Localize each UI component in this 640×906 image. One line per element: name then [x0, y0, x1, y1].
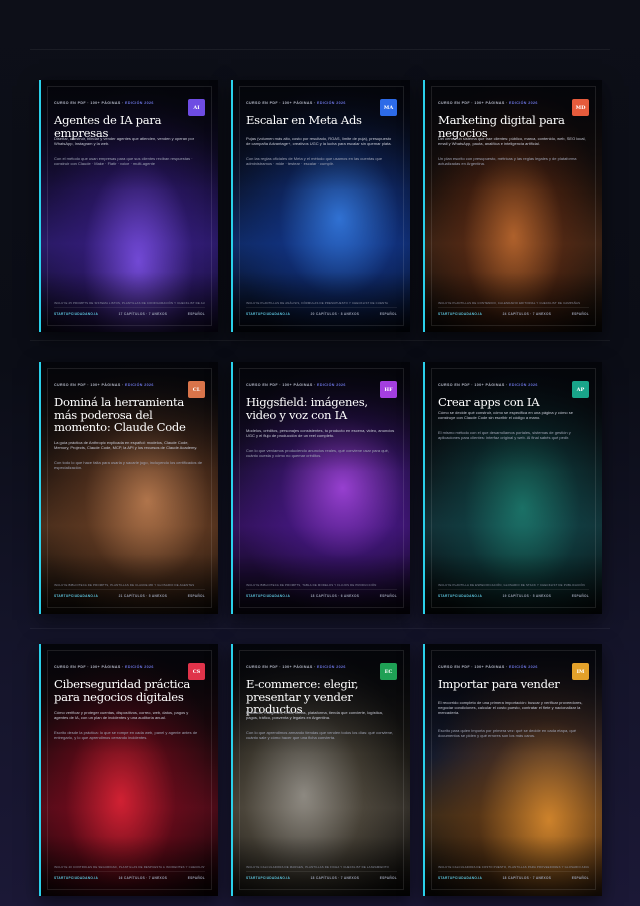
course-card-ma[interactable]: CURSO EN PDF · 100+ PÁGINAS · EDICIÓN 20… [231, 80, 410, 332]
course-chapters: 18 CAPÍTULOS · 6 ANEXOS [310, 594, 360, 598]
cover-eyebrow: CURSO EN PDF · 100+ PÁGINAS · EDICIÓN 20… [438, 665, 538, 669]
publisher-site: STARTUPCIUDADANO.IA [54, 594, 99, 598]
course-title: Importar para vender [438, 677, 560, 691]
cover-footer: STARTUPCIUDADANO.IA 18 CAPÍTULOS · 7 ANE… [438, 871, 589, 880]
cover-eyebrow: CURSO EN PDF · 100+ PÁGINAS · EDICIÓN 20… [438, 383, 538, 387]
course-title: Escalar en Meta Ads [246, 113, 362, 127]
course-card-cl[interactable]: CURSO EN PDF · 100+ PÁGINAS · EDICIÓN 20… [39, 362, 218, 614]
cover-eyebrow: CURSO EN PDF · 100+ PÁGINAS · EDICIÓN 20… [246, 665, 346, 669]
cover-footer: STARTUPCIUDADANO.IA 19 CAPÍTULOS · 5 ANE… [438, 589, 589, 598]
course-includes: INCLUYE PLANTILLAS DE CONTENIDO, CALENDA… [438, 301, 581, 305]
cover-eyebrow: CURSO EN PDF · 100+ PÁGINAS · EDICIÓN 20… [54, 383, 154, 387]
course-title: Ciberseguridad práctica para negocios di… [54, 677, 191, 704]
course-description: Modelos, créditos, personajes consistent… [246, 428, 395, 438]
row-divider-1 [30, 340, 610, 341]
cover-eyebrow: CURSO EN PDF · 100+ PÁGINAS · EDICIÓN 20… [438, 101, 538, 105]
cover-eyebrow: CURSO EN PDF · 100+ PÁGINAS · EDICIÓN 20… [54, 101, 154, 105]
course-language: ESPAÑOL [379, 312, 397, 316]
course-card-ai[interactable]: CURSO EN PDF · 100+ PÁGINAS · EDICIÓN 20… [39, 80, 218, 332]
course-includes: INCLUYE CALCULADORA DE MARGEN, PLANTILLA… [246, 865, 389, 869]
course-chapters: 24 CAPÍTULOS · 7 ANEXOS [502, 312, 552, 316]
course-chapters: 16 CAPÍTULOS · 7 ANEXOS [118, 876, 168, 880]
cover-footer: STARTUPCIUDADANO.IA 17 CAPÍTULOS · 7 ANE… [54, 307, 205, 316]
row-divider-top [30, 49, 610, 50]
course-title: Higgsfield: imágenes, video y voz con IA [246, 395, 368, 422]
course-method-note: Con lo que aprendimos armando tiendas qu… [246, 730, 394, 740]
course-method-note: Un plan escrito con presupuesto, métrica… [438, 156, 577, 166]
publisher-site: STARTUPCIUDADANO.IA [438, 312, 483, 316]
course-title: Dominá la herramienta más poderosa del m… [54, 395, 186, 435]
course-description: Del cero a un sistema que trae clientes:… [438, 136, 586, 146]
course-includes: INCLUYE PLANTILLA DE ESPECIFICACIÓN, GLO… [438, 583, 585, 587]
cover-footer: STARTUPCIUDADANO.IA 18 CAPÍTULOS · 7 ANE… [246, 871, 397, 880]
course-method-note: Escrito desde la práctica: lo que se rom… [54, 730, 198, 740]
course-language: ESPAÑOL [379, 876, 397, 880]
cover-footer: STARTUPCIUDADANO.IA 20 CAPÍTULOS · 8 ANE… [246, 307, 397, 316]
course-method-note: Con lo que veníamos produciendo anuncios… [246, 448, 389, 458]
publisher-site: STARTUPCIUDADANO.IA [438, 876, 483, 880]
course-description: Producto, márgenes, fotos, fichas, plata… [246, 710, 383, 720]
course-language: ESPAÑOL [571, 312, 589, 316]
course-card-ec[interactable]: CURSO EN PDF · 100+ PÁGINAS · EDICIÓN 20… [231, 644, 410, 896]
course-includes: INCLUYE 25 PROMPTS DE SISTEMA LISTOS, PL… [54, 301, 205, 305]
course-language: ESPAÑOL [187, 312, 205, 316]
publisher-site: STARTUPCIUDADANO.IA [246, 594, 291, 598]
course-method-note: Escrito para quien importa por primera v… [438, 728, 577, 738]
course-chapters: 19 CAPÍTULOS · 5 ANEXOS [502, 594, 552, 598]
course-language: ESPAÑOL [571, 594, 589, 598]
course-language: ESPAÑOL [571, 876, 589, 880]
course-language: ESPAÑOL [187, 876, 205, 880]
course-description: La guía práctica de Anthropic explicada … [54, 440, 198, 450]
course-chapters: 18 CAPÍTULOS · 7 ANEXOS [502, 876, 552, 880]
course-card-cs[interactable]: CURSO EN PDF · 100+ PÁGINAS · EDICIÓN 20… [39, 644, 218, 896]
course-card-im[interactable]: CURSO EN PDF · 100+ PÁGINAS · EDICIÓN 20… [423, 644, 602, 896]
cover-eyebrow: CURSO EN PDF · 100+ PÁGINAS · EDICIÓN 20… [246, 383, 346, 387]
course-includes: INCLUYE 40 CONTROLES DE SEGURIDAD, PLANT… [54, 865, 205, 869]
course-includes: INCLUYE BIBLIOTECA DE PROMPTS, TABLA DE … [246, 583, 377, 587]
course-chapters: 17 CAPÍTULOS · 7 ANEXOS [118, 312, 168, 316]
course-includes: INCLUYE CALCULADORA DE COSTO PUESTO, PLA… [438, 865, 589, 869]
publisher-site: STARTUPCIUDADANO.IA [54, 312, 99, 316]
cover-eyebrow: CURSO EN PDF · 100+ PÁGINAS · EDICIÓN 20… [54, 665, 154, 669]
publisher-site: STARTUPCIUDADANO.IA [438, 594, 483, 598]
cover-footer: STARTUPCIUDADANO.IA 21 CAPÍTULOS · 5 ANE… [54, 589, 205, 598]
publisher-site: STARTUPCIUDADANO.IA [54, 876, 99, 880]
course-chapters: 20 CAPÍTULOS · 8 ANEXOS [310, 312, 360, 316]
course-description: Cómo se decide qué construir, cómo se es… [438, 410, 573, 420]
course-method-note: Con todo lo que hace falta para usarla y… [54, 460, 203, 470]
course-language: ESPAÑOL [187, 594, 205, 598]
course-chapters: 18 CAPÍTULOS · 7 ANEXOS [310, 876, 360, 880]
course-description: Cómo verificar y proteger cuentas, dispo… [54, 710, 189, 720]
course-card-hf[interactable]: CURSO EN PDF · 100+ PÁGINAS · EDICIÓN 20… [231, 362, 410, 614]
course-description: El recorrido completo de una primera imp… [438, 700, 583, 715]
course-card-md[interactable]: CURSO EN PDF · 100+ PÁGINAS · EDICIÓN 20… [423, 80, 602, 332]
course-card-ap[interactable]: CURSO EN PDF · 100+ PÁGINAS · EDICIÓN 20… [423, 362, 602, 614]
course-method-note: Con las reglas oficiales de Meta y el mé… [246, 156, 383, 166]
publisher-site: STARTUPCIUDADANO.IA [246, 312, 291, 316]
course-language: ESPAÑOL [379, 594, 397, 598]
cover-footer: STARTUPCIUDADANO.IA 24 CAPÍTULOS · 7 ANE… [438, 307, 589, 316]
cover-eyebrow: CURSO EN PDF · 100+ PÁGINAS · EDICIÓN 20… [246, 101, 346, 105]
course-description: Diseñar, construir, blindar y vender age… [54, 136, 195, 146]
cover-footer: STARTUPCIUDADANO.IA 18 CAPÍTULOS · 6 ANE… [246, 589, 397, 598]
course-includes: INCLUYE PLANTILLAS DE ANÁLISIS, FÓRMULAS… [246, 301, 389, 305]
course-includes: INCLUYE BIBLIOTECA DE PROMPTS, PLANTILLA… [54, 583, 195, 587]
course-method-note: El mismo método con el que desarrollamos… [438, 430, 571, 440]
publisher-site: STARTUPCIUDADANO.IA [246, 876, 291, 880]
course-description: Pujas (volumen más alto, costo por resul… [246, 136, 392, 146]
course-method-note: Con el método que usan empresas para que… [54, 156, 193, 166]
course-title: Crear apps con IA [438, 395, 540, 409]
course-chapters: 21 CAPÍTULOS · 5 ANEXOS [118, 594, 168, 598]
cover-footer: STARTUPCIUDADANO.IA 16 CAPÍTULOS · 7 ANE… [54, 871, 205, 880]
row-divider-2 [30, 628, 610, 629]
